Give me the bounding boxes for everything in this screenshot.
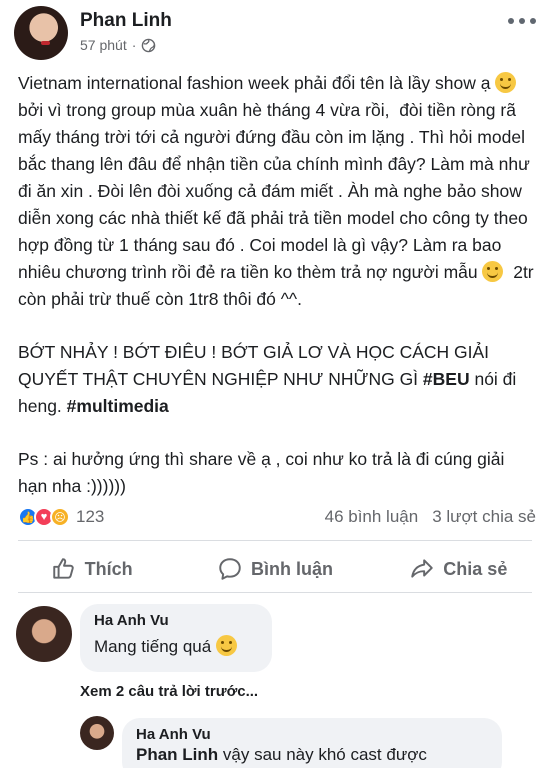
- post-paragraph-3: Ps : ai hưởng ứng thì share về ạ , coi n…: [18, 449, 510, 496]
- reply-text-content: vậy sau này khó cast được: [218, 745, 427, 764]
- share-button[interactable]: Chia sẻ: [367, 547, 550, 591]
- post-text-1b: bởi vì trong group mùa xuân hè tháng 4 v…: [18, 73, 535, 282]
- post-paragraph-2: BỚT NHẢY ! BỚT ĐIÊU ! BỚT GIẢ LƠ VÀ HỌC …: [18, 339, 536, 420]
- post-time[interactable]: 57 phút: [80, 37, 127, 53]
- like-button[interactable]: Thích: [0, 547, 183, 591]
- reaction-summary: 👍 ♥ ☹ 123 46 bình luận 3 lượt chia sẻ: [18, 504, 536, 530]
- engagement-stats: 46 bình luận 3 lượt chia sẻ: [325, 507, 536, 527]
- comment-text-content: Mang tiếng quá: [94, 637, 216, 656]
- smile-emoji-icon: [495, 72, 517, 93]
- reply-bubble: Ha Anh Vu Phan Linh vậy sau này khó cast…: [122, 718, 502, 768]
- sad-emoji-icon: [215, 635, 237, 656]
- thumbs-up-icon: [52, 558, 74, 579]
- action-bar: Thích Bình luận Chia sẻ: [0, 547, 550, 591]
- comment-button[interactable]: Bình luận: [183, 547, 366, 591]
- mention-link[interactable]: Phan Linh: [136, 745, 218, 764]
- post-text-1a: Vietnam international fashion week phải …: [18, 73, 496, 93]
- comment-count[interactable]: 46 bình luận: [325, 507, 419, 527]
- share-count[interactable]: 3 lượt chia sẻ: [432, 507, 536, 527]
- more-options-icon[interactable]: [508, 14, 536, 28]
- hashtag-link[interactable]: #BEU: [423, 369, 470, 389]
- comment-text: Mang tiếng quá: [94, 635, 258, 657]
- commenter-name[interactable]: Ha Anh Vu: [94, 612, 258, 629]
- view-previous-replies-link[interactable]: Xem 2 câu trả lời trước...: [80, 683, 258, 700]
- post-header: Phan Linh 57 phút ·: [0, 0, 550, 64]
- share-arrow-icon: [411, 559, 434, 578]
- speech-bubble-icon: [219, 558, 241, 580]
- post-text: Vietnam international fashion week phải …: [18, 70, 536, 526]
- author-name[interactable]: Phan Linh: [80, 10, 172, 32]
- share-label: Chia sẻ: [443, 558, 508, 579]
- author-avatar[interactable]: [14, 6, 68, 60]
- sad-reaction-icon: ☹: [50, 507, 70, 527]
- reaction-count[interactable]: 123: [76, 507, 104, 527]
- divider: [18, 592, 532, 593]
- replier-name[interactable]: Ha Anh Vu: [136, 726, 488, 743]
- comment-bubble: Ha Anh Vu Mang tiếng quá: [80, 604, 272, 672]
- commenter-avatar[interactable]: [16, 606, 72, 662]
- smile-emoji-icon: [482, 261, 504, 282]
- reaction-icons[interactable]: 👍 ♥ ☹: [18, 507, 70, 527]
- hashtag-link[interactable]: #multimedia: [67, 396, 169, 416]
- post-meta: 57 phút ·: [80, 37, 156, 53]
- like-label: Thích: [84, 558, 133, 579]
- divider: [18, 540, 532, 541]
- post-paragraph-1: Vietnam international fashion week phải …: [18, 70, 536, 313]
- comment-label: Bình luận: [250, 558, 333, 579]
- meta-separator: ·: [131, 37, 137, 53]
- replier-avatar[interactable]: [80, 716, 114, 750]
- globe-icon[interactable]: [141, 38, 156, 53]
- reply-text: Phan Linh vậy sau này khó cast được: [136, 745, 488, 765]
